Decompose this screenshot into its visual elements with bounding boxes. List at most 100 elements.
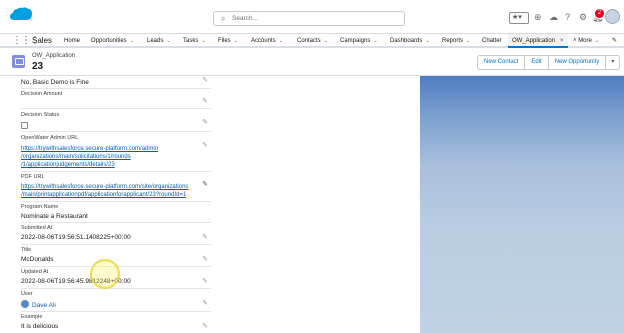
field-value: McDonalds xyxy=(21,256,54,263)
more-actions-button[interactable]: ▾ xyxy=(605,55,621,70)
pencil-icon[interactable]: ✎ xyxy=(202,142,208,150)
page-background xyxy=(420,76,624,333)
chevron-down-icon[interactable]: ⌄ xyxy=(425,38,429,44)
tab-opportunities[interactable]: Opportunities ⌄ xyxy=(91,37,134,45)
pencil-icon[interactable]: ✎ xyxy=(202,323,208,331)
nav-label: Chatter xyxy=(482,38,502,44)
chevron-down-icon[interactable]: ⌄ xyxy=(373,38,377,44)
add-icon[interactable]: ⊕ xyxy=(534,12,542,22)
pdf-url-line: https://trywithsalesforce.secure-platfor… xyxy=(21,184,189,190)
field-value: No, Basic Demo is Fine xyxy=(21,79,89,86)
field-user: User Dave Ali ✎ xyxy=(21,291,211,310)
global-header: ⌕ Search... ★▾ ⊕ ☁ ? ⚙ 🔔︎ 2 xyxy=(0,0,624,34)
tab-accounts[interactable]: Accounts ⌄ xyxy=(251,37,283,45)
field-label: Title xyxy=(21,247,32,253)
chevron-down-icon[interactable]: ⌄ xyxy=(166,38,170,44)
tab-more[interactable]: ˄ More ⌄ xyxy=(573,37,599,45)
tab-dashboards[interactable]: Dashboards ⌄ xyxy=(390,37,430,45)
tab-tasks[interactable]: Tasks ⌄ xyxy=(183,37,206,45)
chevron-down-icon[interactable]: ⌄ xyxy=(130,38,134,44)
divider xyxy=(21,131,211,132)
tab-campaigns[interactable]: Campaigns ⌄ xyxy=(340,37,378,45)
tab-contacts[interactable]: Contacts ⌄ xyxy=(297,37,328,45)
divider xyxy=(21,288,211,289)
field-label: OpenWater Admin URL xyxy=(21,135,79,141)
field-example: Example It is delicious ✎ xyxy=(21,314,211,331)
avatar[interactable] xyxy=(605,9,620,24)
chevron-down-icon: ⌄ xyxy=(594,38,600,44)
tab-reports[interactable]: Reports ⌄ xyxy=(442,37,470,45)
new-opportunity-button[interactable]: New Opportunity xyxy=(547,55,607,70)
field-top: No, Basic Demo is Fine ✎ xyxy=(21,77,211,87)
admin-url-line: https://trywithsalesforce.secure-platfor… xyxy=(21,146,159,152)
nav-label: Leads xyxy=(147,38,164,44)
nav-label: More xyxy=(578,38,592,44)
field-label: Example xyxy=(21,314,43,320)
chevron-down-icon[interactable]: ⌄ xyxy=(234,38,238,44)
field-label: Decision Amount xyxy=(21,91,63,97)
pencil-icon[interactable]: ✎ xyxy=(202,234,208,242)
nav-label: Files xyxy=(218,38,231,44)
edit-nav-icon[interactable]: ✎ xyxy=(612,37,617,45)
field-label: User xyxy=(21,291,33,297)
tab-leads[interactable]: Leads ⌄ xyxy=(147,37,171,45)
chevron-up-icon: ˄ xyxy=(573,38,577,44)
cursor-highlight xyxy=(90,259,120,289)
field-label: Decision Status xyxy=(21,112,60,118)
pencil-icon[interactable]: ✎ xyxy=(202,300,208,308)
divider xyxy=(21,88,211,89)
nav-label: Home xyxy=(64,38,81,44)
close-icon[interactable]: × xyxy=(560,38,564,44)
admin-url-link[interactable]: https://trywithsalesforce.secure-platfor… xyxy=(21,142,211,169)
field-program-name: Program Name Nominate a Restaurant xyxy=(21,204,211,221)
favorites-button[interactable]: ★▾ xyxy=(509,12,529,24)
pencil-icon[interactable]: ✎ xyxy=(202,278,208,286)
tab-ow-application[interactable]: OW_Application × xyxy=(508,34,568,48)
search-placeholder: Search... xyxy=(232,15,259,22)
notification-badge: 2 xyxy=(595,9,604,18)
chevron-down-icon[interactable]: ⌄ xyxy=(279,38,283,44)
salesforce-logo[interactable] xyxy=(9,6,33,22)
admin-url-line: /1/applicationjudgements/details/23 xyxy=(21,162,115,168)
global-search-input[interactable]: ⌕ Search... xyxy=(213,11,405,26)
pencil-icon[interactable]: ✎ xyxy=(202,77,208,85)
divider xyxy=(21,311,211,312)
chevron-down-icon[interactable]: ⌄ xyxy=(201,38,205,44)
pencil-icon[interactable]: ✎ xyxy=(202,98,208,106)
field-title: Title McDonalds ✎ xyxy=(21,247,211,264)
gear-icon[interactable]: ⚙ xyxy=(579,12,587,22)
field-value: Dave Ali xyxy=(21,298,211,310)
pdf-url-link[interactable]: https://trywithsalesforce.secure-platfor… xyxy=(21,181,211,199)
page-title: 23 xyxy=(32,61,44,72)
app-name: Sales xyxy=(32,36,53,45)
nav-label: Tasks xyxy=(183,38,199,44)
tab-chatter[interactable]: Chatter xyxy=(482,37,502,45)
search-icon: ⌕ xyxy=(221,14,226,23)
admin-url-line: /organizations/main/solicitations/1/roun… xyxy=(21,154,131,160)
record-object-type: OW_Application xyxy=(32,53,76,59)
chevron-down-icon: ▾ xyxy=(611,59,615,65)
new-contact-button[interactable]: New Contact xyxy=(477,55,526,70)
divider xyxy=(21,201,211,202)
nav-label: Contacts xyxy=(297,38,321,44)
nav-label: OW_Application xyxy=(512,38,556,44)
tab-home[interactable]: Home xyxy=(64,37,80,45)
setup-assistant-icon[interactable]: ☁ xyxy=(549,12,558,22)
field-decision-amount: Decision Amount ✎ xyxy=(21,91,211,105)
pencil-icon[interactable]: ✎ xyxy=(202,119,208,127)
field-label: Submitted At xyxy=(21,225,53,231)
user-link[interactable]: Dave Ali xyxy=(32,302,56,309)
help-icon[interactable]: ? xyxy=(565,12,570,22)
nav-label: Campaigns xyxy=(340,38,371,44)
user-icon xyxy=(21,300,29,308)
nav-label: Dashboards xyxy=(390,38,423,44)
field-value: 2022-08-06T19:56:51.1408225+00:00 xyxy=(21,234,131,241)
pencil-icon[interactable]: ✎ xyxy=(202,181,208,189)
tab-files[interactable]: Files ⌄ xyxy=(218,37,238,45)
field-value: Nominate a Restaurant xyxy=(21,213,88,220)
pencil-icon[interactable]: ✎ xyxy=(202,256,208,264)
edit-button[interactable]: Edit xyxy=(524,55,549,70)
decision-status-checkbox[interactable] xyxy=(21,122,28,129)
chevron-down-icon[interactable]: ⌄ xyxy=(324,38,328,44)
chevron-down-icon[interactable]: ⌄ xyxy=(466,38,470,44)
